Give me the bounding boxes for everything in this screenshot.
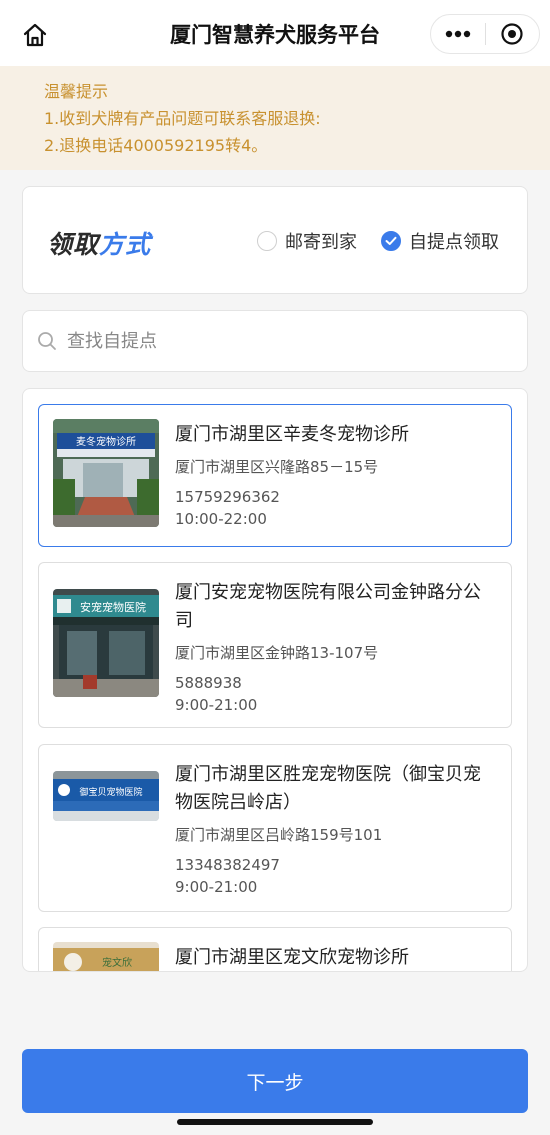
top-bar: 厦门智慧养犬服务平台 [0,0,550,66]
store-photo: 安宠宠物医院 [53,589,159,697]
store-address: 厦门市湖里区吕岭路159号101 [175,826,383,844]
store-photo: 麦冬宠物诊所 [53,419,159,527]
search-icon [38,332,56,350]
list-item[interactable]: 安宠宠物医院 厦门安宠宠物医院有限公司金钟路分公司 厦门市湖里区金钟路13-10… [38,562,512,728]
more-dots-icon [445,30,471,38]
radio-unchecked-icon[interactable] [257,231,277,251]
option-pickup-label: 自提点领取 [409,232,499,253]
store-sign-text: 安宠宠物医院 [80,600,146,614]
store-name: 厦门安宠宠物医院有限公司金钟路分公司 [175,582,481,631]
store-sign-text: 宠文欣 [102,956,132,969]
home-indicator[interactable] [177,1119,373,1125]
option-self-pickup[interactable]: 自提点领取 [381,227,499,255]
next-step-button[interactable]: 下一步 [22,1049,528,1113]
mini-program-capsule [430,14,540,54]
pickup-method-card: 领取方式 邮寄到家 自提点领取 [22,186,528,294]
store-name: 厦门市湖里区胜宠宠物医院（御宝贝宠物医院吕岭店） [175,764,481,813]
store-info: 厦门市湖里区宠文欣宠物诊所 [175,944,497,971]
store-name: 厦门市湖里区辛麦冬宠物诊所 [175,424,409,445]
store-address: 厦门市湖里区金钟路13-107号 [175,644,379,662]
pickup-point-list[interactable]: 麦冬宠物诊所 厦门市湖里区辛麦冬宠物诊所 厦门市湖里区兴隆路85－15号 157… [22,388,528,972]
store-hours: 10:00-22:00 [175,510,267,528]
option-mail-home[interactable]: 邮寄到家 [257,227,357,255]
notice-line-1: 1.收到犬牌有产品问题可联系客服退换: [44,109,321,128]
store-hours: 9:00-21:00 [175,878,258,896]
store-phone: 15759296362 [175,488,280,506]
checkmark-icon [385,236,397,245]
store-phone: 5888938 [175,674,242,692]
more-button[interactable] [431,14,485,54]
store-photo: 御宝贝宠物医院 [53,771,159,821]
store-name: 厦门市湖里区宠文欣宠物诊所 [175,947,409,968]
store-sign-text: 麦冬宠物诊所 [76,435,136,448]
notice-line-2: 2.退换电话4000592195转4。 [44,136,268,155]
list-item[interactable]: 御宝贝宠物医院 厦门市湖里区胜宠宠物医院（御宝贝宠物医院吕岭店） 厦门市湖里区吕… [38,744,512,912]
list-item[interactable]: 麦冬宠物诊所 厦门市湖里区辛麦冬宠物诊所 厦门市湖里区兴隆路85－15号 157… [38,404,512,547]
store-info: 厦门安宠宠物医院有限公司金钟路分公司 厦门市湖里区金钟路13-107号 5888… [175,579,497,715]
search-input[interactable] [67,330,487,352]
notice-banner: 温馨提示 1.收到犬牌有产品问题可联系客服退换: 2.退换电话400059219… [0,66,550,170]
store-info: 厦门市湖里区胜宠宠物医院（御宝贝宠物医院吕岭店） 厦门市湖里区吕岭路159号10… [175,761,497,897]
option-mail-label: 邮寄到家 [285,232,357,253]
search-box[interactable] [22,310,528,372]
radio-checked-icon[interactable] [381,231,401,251]
store-hours: 9:00-21:00 [175,696,258,714]
store-info: 厦门市湖里区辛麦冬宠物诊所 厦门市湖里区兴隆路85－15号 1575929636… [175,421,497,529]
list-item[interactable]: 宠文欣 厦门市湖里区宠文欣宠物诊所 [38,927,512,971]
close-button[interactable] [486,14,539,54]
store-address: 厦门市湖里区兴隆路85－15号 [175,458,379,476]
store-photo: 宠文欣 [53,942,159,971]
store-phone: 13348382497 [175,856,280,874]
notice-title: 温馨提示 [44,82,109,101]
method-title: 领取方式 [47,225,151,261]
method-title-part2: 方式 [99,230,152,259]
method-title-part1: 领取 [47,230,100,259]
store-sign-text: 御宝贝宠物医院 [79,786,142,798]
target-close-icon [501,23,524,45]
